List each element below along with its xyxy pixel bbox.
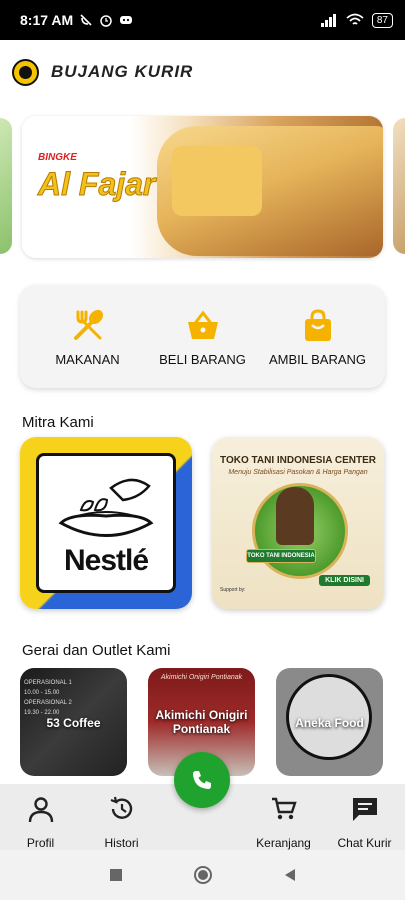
spoon-knife-icon — [68, 306, 108, 346]
outlet-name: Aneka Food — [295, 716, 364, 730]
category-label: MAKANAN — [55, 352, 120, 367]
history-icon — [107, 794, 137, 824]
wifi-icon — [346, 13, 364, 25]
category-label: AMBIL BARANG — [268, 352, 367, 367]
toko-tani-person-image — [276, 487, 314, 545]
alarm-icon — [100, 15, 112, 27]
nav-keranjang[interactable]: Keranjang — [244, 794, 324, 850]
toko-tani-support-text: Support by: — [220, 587, 246, 593]
nav-histori[interactable]: Histori — [82, 794, 162, 850]
toko-tani-cta-button[interactable]: KLIK DISINI — [319, 575, 370, 586]
toko-tani-title: TOKO TANI INDONESIA CENTER — [220, 455, 376, 466]
outlet-name: Akimichi Onigiri Pontianak — [155, 708, 248, 736]
outlet-sign-text: Akimichi Onigiri Pontianak — [160, 674, 243, 681]
outlet-card-53-coffee[interactable]: OPERASIONAL 1 10.00 - 15.00 OPERASIONAL … — [20, 668, 127, 776]
nestle-wordmark: Nestlé — [63, 544, 149, 577]
signal-icon — [320, 14, 336, 27]
cart-icon — [269, 794, 299, 824]
status-time: 8:17 AM — [20, 12, 74, 28]
call-button[interactable] — [174, 752, 230, 808]
app-header: BUJANG KURIR — [0, 40, 405, 104]
status-bar: 8:17 AM 87 — [0, 0, 405, 40]
back-icon[interactable] — [283, 868, 297, 882]
nav-label: Keranjang — [256, 836, 311, 850]
toko-tani-subtitle: Menuju Stabilisasi Pasokan & Harga Panga… — [228, 469, 368, 476]
partners-section-title: Mitra Kami — [22, 414, 94, 431]
category-makanan[interactable]: MAKANAN — [38, 306, 138, 367]
nestle-nest-logo — [58, 478, 154, 537]
nav-profil[interactable]: Profil — [1, 794, 81, 850]
banner-carousel[interactable]: BINGKE Al Fajar — [0, 116, 405, 258]
person-icon — [26, 794, 56, 824]
recents-icon[interactable] — [109, 868, 123, 882]
partner-card-toko-tani[interactable]: TOKO TANI INDONESIA CENTER Menuju Stabil… — [212, 437, 384, 609]
previous-banner[interactable] — [0, 118, 12, 254]
category-beli-barang[interactable]: BELI BARANG — [153, 306, 253, 367]
basket-icon — [183, 306, 223, 346]
discord-icon — [120, 16, 133, 24]
shopping-bag-icon — [298, 306, 338, 346]
nav-label: Histori — [104, 836, 139, 850]
banner-slide[interactable]: BINGKE Al Fajar — [22, 116, 383, 258]
system-navigation-bar — [0, 850, 405, 900]
category-label: BELI BARANG — [159, 352, 246, 367]
next-banner[interactable] — [393, 118, 405, 254]
nav-label: Chat Kurir — [337, 836, 392, 850]
category-ambil-barang[interactable]: AMBIL BARANG — [268, 306, 368, 367]
home-icon[interactable] — [193, 865, 213, 885]
phone-icon — [193, 771, 211, 789]
nav-label: Profil — [26, 836, 55, 850]
outlet-card-aneka-food[interactable]: Aneka Food — [276, 668, 383, 776]
call-muted-icon — [80, 14, 92, 26]
battery-indicator: 87 — [371, 12, 393, 28]
toko-tani-badge: TOKO TANI INDONESIA — [246, 549, 316, 563]
banner-brand-small: BINGKE — [38, 152, 77, 163]
partner-card-nestle[interactable]: Nestlé — [20, 437, 192, 609]
service-categories: MAKANAN BELI BARANG AMBIL BARANG — [20, 285, 385, 388]
outlet-hours-text: OPERASIONAL 1 10.00 - 15.00 OPERASIONAL … — [24, 680, 72, 716]
app-title: BUJANG KURIR — [51, 62, 194, 81]
app-logo — [12, 58, 39, 86]
outlets-section-title: Gerai dan Outlet Kami — [22, 642, 171, 659]
chat-icon — [350, 794, 380, 824]
nav-chat-kurir[interactable]: Chat Kurir — [325, 794, 405, 850]
outlet-name: 53 Coffee — [46, 716, 101, 730]
banner-brand: Al Fajar — [37, 166, 156, 203]
